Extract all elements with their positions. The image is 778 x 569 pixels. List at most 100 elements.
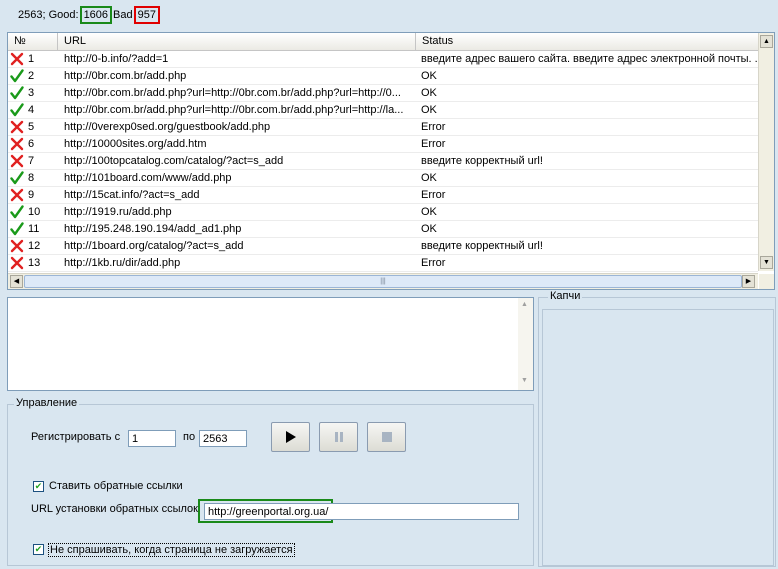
table-row[interactable]: 13 http://1kb.ru/dir/add.php Error <box>8 255 758 272</box>
table-row[interactable]: 1 http://0-b.info/?add=1 введите адрес ваш… <box>8 51 758 68</box>
table-row[interactable]: 5 http://0verexp0sed.org/guestbook/add.ph… <box>8 119 758 136</box>
cross-icon <box>10 188 24 202</box>
row-status-cell: OK <box>421 172 437 184</box>
control-group: Управление Регистрировать с 1 по 2563 ✔ … <box>7 397 534 566</box>
captcha-panel[interactable] <box>542 309 774 566</box>
row-number: 7 <box>28 155 35 167</box>
table-row[interactable]: 10 http://1919.ru/add.php OK <box>8 204 758 221</box>
scroll-left-button[interactable]: ◀ <box>10 275 23 288</box>
row-number-cell: 7 <box>8 154 58 168</box>
row-url-cell: http://100topcatalog.com/catalog/?act=s_… <box>64 155 284 167</box>
cross-icon <box>10 154 24 168</box>
log-scroll-down-icon[interactable]: ▼ <box>521 377 528 384</box>
checkmark-icon <box>10 69 24 83</box>
horizontal-scroll-thumb[interactable]: ||| <box>24 275 742 288</box>
backlinks-checkbox[interactable]: ✔ <box>33 481 44 492</box>
control-group-title: Управление <box>14 397 80 409</box>
table-row[interactable]: 4 http://0br.com.br/add.php?url=http://0b… <box>8 102 758 119</box>
table-row[interactable]: 8 http://101board.com/www/add.php OK <box>8 170 758 187</box>
table-row[interactable]: 3 http://0br.com.br/add.php?url=http://0b… <box>8 85 758 102</box>
cross-icon <box>10 239 24 253</box>
table-row[interactable]: 7 http://100topcatalog.com/catalog/?act=s… <box>8 153 758 170</box>
row-number: 2 <box>28 70 35 82</box>
row-number-cell: 4 <box>8 103 58 117</box>
stats-good-count: 1606 <box>79 6 113 24</box>
dont-ask-checkbox[interactable]: ✔ <box>33 544 44 555</box>
dont-ask-label: Не спрашивать, когда страница не загружа… <box>48 543 295 557</box>
row-url-cell: http://1board.org/catalog/?act=s_add <box>64 240 244 252</box>
table-row[interactable]: 2 http://0br.com.br/add.php OK <box>8 68 758 85</box>
row-status-cell: Error <box>421 189 446 201</box>
row-number-cell: 13 <box>8 256 58 270</box>
column-header-number[interactable]: № <box>8 33 58 50</box>
row-status-cell: OK <box>421 206 437 218</box>
pause-icon <box>334 432 343 442</box>
row-url-cell: http://0br.com.br/add.php?url=http://0br… <box>64 87 401 99</box>
table-header: № URL Status <box>8 33 758 51</box>
row-url-cell: http://15cat.info/?act=s_add <box>64 189 200 201</box>
row-url-cell: http://0br.com.br/add.php <box>64 70 187 82</box>
row-status-cell: Error <box>421 121 446 133</box>
row-number: 13 <box>28 257 41 269</box>
register-from-label: Регистрировать с <box>31 431 121 443</box>
row-status-cell: введите корректный url! <box>421 240 543 252</box>
cross-icon <box>10 137 24 151</box>
stop-button[interactable] <box>367 422 406 452</box>
pause-button[interactable] <box>319 422 358 452</box>
row-number-cell: 1 <box>8 52 58 66</box>
row-status-cell: OK <box>421 70 437 82</box>
table-body: 1 http://0-b.info/?add=1 введите адрес ваш… <box>8 51 758 272</box>
register-to-label: по <box>183 431 196 443</box>
start-button[interactable] <box>271 422 310 452</box>
row-number-cell: 8 <box>8 171 58 185</box>
row-number-cell: 9 <box>8 188 58 202</box>
row-number: 12 <box>28 240 41 252</box>
row-number: 8 <box>28 172 35 184</box>
scrollbar-corner <box>759 274 774 289</box>
row-number-cell: 5 <box>8 120 58 134</box>
log-scroll-up-icon[interactable]: ▲ <box>521 301 528 308</box>
register-to-input[interactable]: 2563 <box>199 430 247 447</box>
table-horizontal-scrollbar[interactable]: ◀ ||| ▶ <box>8 273 758 289</box>
row-url-cell: http://0-b.info/?add=1 <box>64 53 169 65</box>
row-number-cell: 12 <box>8 239 58 253</box>
row-number: 1 <box>28 53 35 65</box>
table-row[interactable]: 11 http://195.248.190.194/add_ad1.php OK <box>8 221 758 238</box>
row-status-cell: OK <box>421 104 437 116</box>
url-table[interactable]: № URL Status 1 http://0-b.info/?add=1 введ… <box>7 32 775 290</box>
row-status-cell: Error <box>421 257 446 269</box>
row-number-cell: 11 <box>8 222 58 236</box>
stats-bad-label: Bad <box>113 9 133 21</box>
play-icon <box>285 431 296 443</box>
backlink-url-label: URL установки обратных ссылок <box>31 503 198 515</box>
row-status-cell: Error <box>421 138 446 150</box>
row-number: 4 <box>28 104 35 116</box>
row-status-cell: OK <box>421 87 437 99</box>
register-from-input[interactable]: 1 <box>128 430 176 447</box>
column-header-status[interactable]: Status <box>416 33 758 50</box>
row-number: 10 <box>28 206 41 218</box>
table-vertical-scrollbar[interactable]: ▲ ▼ <box>758 33 774 271</box>
row-status-cell: введите адрес вашего сайта. введите адре… <box>421 53 758 65</box>
scroll-up-button[interactable]: ▲ <box>760 35 773 48</box>
log-textarea[interactable]: ▲ ▼ <box>7 297 534 391</box>
scroll-right-button[interactable]: ▶ <box>742 275 755 288</box>
stop-icon <box>381 432 392 442</box>
row-number: 9 <box>28 189 35 201</box>
table-row[interactable]: 6 http://10000sites.org/add.htm Error <box>8 136 758 153</box>
row-url-cell: http://195.248.190.194/add_ad1.php <box>64 223 242 235</box>
row-url-cell: http://10000sites.org/add.htm <box>64 138 207 150</box>
stats-bad-count: 957 <box>133 6 160 24</box>
checkmark-icon <box>10 103 24 117</box>
checkmark-icon <box>10 205 24 219</box>
cross-icon <box>10 120 24 134</box>
cross-icon <box>10 52 24 66</box>
scroll-down-button[interactable]: ▼ <box>760 256 773 269</box>
row-number: 5 <box>28 121 35 133</box>
table-row[interactable]: 9 http://15cat.info/?act=s_add Error <box>8 187 758 204</box>
column-header-url[interactable]: URL <box>58 33 416 50</box>
table-row[interactable]: 12 http://1board.org/catalog/?act=s_add вв… <box>8 238 758 255</box>
log-vertical-scrollbar[interactable]: ▲ ▼ <box>518 298 533 390</box>
row-number: 11 <box>28 223 40 235</box>
backlink-url-input[interactable]: http://greenportal.org.ua/ <box>204 503 519 520</box>
